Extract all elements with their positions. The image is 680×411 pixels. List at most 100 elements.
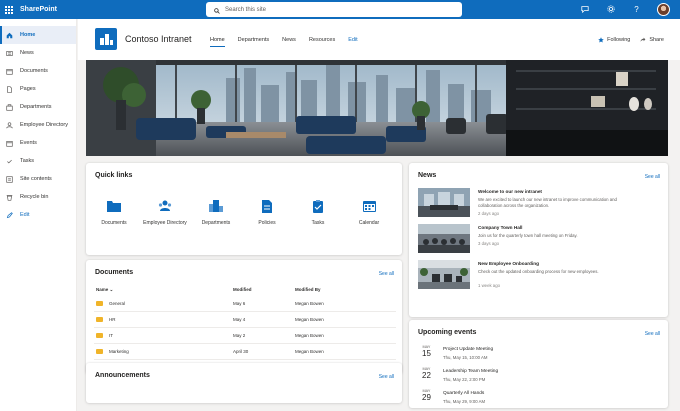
main-content: Contoso Intranet Home Departments News R… — [78, 19, 680, 411]
sidebar-item-site-contents[interactable]: Site contents — [0, 170, 76, 188]
sidebar-item-departments[interactable]: Departments — [0, 98, 76, 116]
search-box[interactable]: Search this site — [206, 2, 462, 17]
sidebar-item-label: Employee Directory — [20, 122, 68, 128]
chat-icon[interactable] — [579, 5, 590, 15]
sidebar-item-label: Documents — [20, 68, 48, 74]
nav-departments[interactable]: Departments — [238, 37, 270, 47]
sidebar-item-tasks[interactable]: Tasks — [0, 152, 76, 170]
sidebar-item-label: Pages — [20, 86, 36, 92]
sidebar-item-label: Tasks — [20, 158, 35, 164]
app-launcher-icon[interactable] — [0, 0, 18, 19]
quick-links-card: Quick links Documents Employee Directory… — [86, 163, 402, 255]
news-card: News See all Welcome to our new intranet… — [409, 163, 668, 317]
column-header-modified[interactable]: Modified — [233, 287, 252, 292]
quick-link-tasks[interactable]: Tasks — [296, 197, 340, 226]
sidebar-item-label: Home — [20, 32, 36, 38]
directory-icon — [5, 121, 13, 129]
sidebar-item-edit[interactable]: Edit — [0, 206, 76, 224]
site-navigation: Home Departments News Resources Edit — [210, 37, 358, 47]
news-item[interactable]: Company Town Hall Join us for the quarte… — [418, 224, 670, 256]
share-button[interactable]: Share — [640, 37, 664, 43]
follow-button[interactable]: Following — [598, 37, 630, 43]
event-item[interactable]: MAY 22 Leadership Team Meeting Thu, May 2… — [418, 367, 658, 387]
table-row[interactable]: General May 6 Megan Bowen — [94, 296, 396, 312]
departments-icon — [5, 103, 13, 111]
news-thumbnail — [418, 188, 470, 217]
site-header: Contoso Intranet Home Departments News R… — [78, 19, 680, 60]
nav-edit[interactable]: Edit — [348, 37, 357, 47]
nav-resources[interactable]: Resources — [309, 37, 335, 47]
quick-link-calendar[interactable]: Calendar — [347, 197, 391, 226]
folder-icon — [96, 349, 103, 354]
sidebar-item-recycle-bin[interactable]: Recycle bin — [0, 188, 76, 206]
event-item[interactable]: MAY 29 Quarterly All Hands Thu, May 29, 9… — [418, 389, 658, 409]
search-placeholder: Search this site — [225, 6, 267, 13]
sidebar-item-pages[interactable]: Pages — [0, 80, 76, 98]
site-contents-icon — [5, 175, 13, 183]
events-see-all-link[interactable]: See all — [645, 331, 660, 337]
announcements-title: Announcements — [95, 372, 150, 379]
sidebar-item-events[interactable]: Events — [0, 134, 76, 152]
events-icon — [5, 139, 13, 147]
column-header-modified-by[interactable]: Modified By — [295, 287, 321, 292]
sidebar-item-home[interactable]: Home — [0, 26, 76, 44]
sidebar-item-label: News — [20, 50, 34, 56]
user-avatar[interactable] — [657, 3, 670, 16]
nav-home[interactable]: Home — [210, 37, 225, 47]
star-icon — [598, 37, 604, 43]
quick-links-title: Quick links — [95, 172, 133, 179]
share-icon — [640, 37, 646, 43]
documents-card: Documents See all Name ⌄ Modified Modifi… — [86, 260, 402, 374]
calendar-icon — [347, 197, 391, 215]
quick-link-documents[interactable]: Documents — [92, 197, 136, 226]
people-icon — [143, 197, 187, 215]
announcements-card: Announcements See all — [86, 363, 402, 403]
news-item[interactable]: Welcome to our new intranet We are excit… — [418, 188, 670, 220]
news-title: News — [418, 172, 437, 179]
nav-news[interactable]: News — [282, 37, 296, 47]
event-date: MAY 29 — [422, 389, 431, 402]
event-date: MAY 15 — [422, 345, 431, 358]
folder-icon — [96, 317, 103, 322]
news-thumbnail — [418, 224, 470, 253]
sidebar-item-label: Departments — [20, 104, 52, 110]
sidebar-item-news[interactable]: News — [0, 44, 76, 62]
chevron-down-icon: ⌄ — [109, 287, 114, 292]
table-row[interactable]: IT May 2 Megan Bowen — [94, 328, 396, 344]
recycle-bin-icon — [5, 193, 13, 201]
folder-icon — [96, 333, 103, 338]
help-icon[interactable]: ? — [631, 5, 642, 14]
hero-image-office-lobby — [86, 60, 668, 156]
announcements-see-all-link[interactable]: See all — [379, 374, 394, 380]
news-icon — [5, 49, 13, 57]
sidebar-item-employee-directory[interactable]: Employee Directory — [0, 116, 76, 134]
sidebar-item-label: Site contents — [20, 176, 52, 182]
app-name[interactable]: SharePoint — [20, 6, 57, 13]
news-see-all-link[interactable]: See all — [645, 174, 660, 180]
quick-link-employee-directory[interactable]: Employee Directory — [143, 197, 187, 226]
site-logo[interactable] — [95, 28, 117, 50]
table-row[interactable]: HR May 4 Megan Bowen — [94, 312, 396, 328]
search-icon — [214, 1, 220, 19]
sidebar-item-label: Edit — [20, 212, 30, 218]
news-thumbnail — [418, 260, 470, 289]
quick-link-policies[interactable]: Policies — [245, 197, 289, 226]
task-clipboard-icon — [296, 197, 340, 215]
site-title[interactable]: Contoso Intranet — [125, 34, 192, 44]
event-item[interactable]: MAY 15 Project Update Meeting Thu, May 15… — [418, 345, 658, 365]
settings-gear-icon[interactable] — [605, 4, 616, 15]
documents-see-all-link[interactable]: See all — [379, 271, 394, 277]
tasks-icon — [5, 157, 13, 165]
suite-bar: SharePoint Search this site ? — [0, 0, 680, 19]
news-item[interactable]: New Employee Onboarding Check out the up… — [418, 260, 670, 292]
documents-title: Documents — [95, 269, 134, 276]
sidebar-item-label: Events — [20, 140, 37, 146]
quick-link-departments[interactable]: Departments — [194, 197, 238, 226]
upcoming-events-card: Upcoming events See all MAY 15 Project Up… — [409, 320, 668, 408]
left-navigation: Home News Documents Pages Departments Em… — [0, 19, 77, 411]
pages-icon — [5, 85, 13, 93]
column-header-name[interactable]: Name ⌄ — [96, 287, 113, 293]
building-icon — [194, 197, 238, 215]
sidebar-item-documents[interactable]: Documents — [0, 62, 76, 80]
documents-icon — [92, 197, 136, 215]
